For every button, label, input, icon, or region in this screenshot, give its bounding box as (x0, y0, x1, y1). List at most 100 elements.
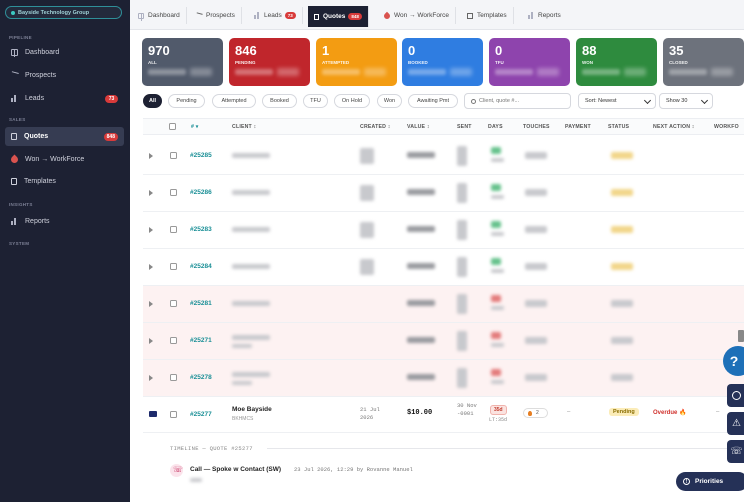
org-switcher[interactable]: Bayside Technology Group (5, 6, 122, 19)
grid-icon (138, 12, 144, 21)
rocket-icon (382, 11, 392, 20)
timeline-header: TIMELINE — QUOTE #25277 (170, 445, 253, 452)
stat-card-all[interactable]: 970 ALL (142, 38, 223, 86)
stat-card-attempted[interactable]: 1 ATTEMPTED (316, 38, 397, 86)
alert-button[interactable]: ⚠ (727, 412, 744, 435)
days-badge: 35d (490, 405, 507, 415)
table-row[interactable]: #25283 (143, 212, 744, 249)
sidebar-item-leads[interactable]: Leads 73 (5, 89, 124, 108)
col-value[interactable]: VALUE ↕ (407, 124, 430, 130)
clock-button[interactable] (727, 384, 744, 407)
col-client[interactable]: CLIENT ↕ (232, 124, 256, 130)
expand-icon[interactable] (149, 338, 153, 344)
col-touches: TOUCHES (523, 124, 550, 130)
sidebar-item-quotes[interactable]: Quotes 848 (5, 127, 124, 146)
filter-won[interactable]: Won (377, 94, 402, 108)
expand-icon[interactable] (149, 153, 153, 159)
stat-card-closed[interactable]: 35 CLOSED (663, 38, 744, 86)
quote-id-link[interactable]: #25285 (190, 152, 212, 159)
quote-id-link[interactable]: #25281 (190, 300, 212, 307)
filter-all[interactable]: All (143, 94, 162, 108)
expand-icon[interactable] (149, 190, 153, 196)
phone-button[interactable]: ☏ (727, 440, 744, 463)
row-checkbox[interactable] (170, 263, 177, 270)
stat-card-pending[interactable]: 846 PENDING (229, 38, 310, 86)
sidebar: Bayside Technology Group PIPELINE Dashbo… (0, 0, 130, 502)
expand-icon[interactable] (149, 264, 153, 270)
org-name: Bayside Technology Group (18, 9, 90, 16)
grid-icon (11, 49, 18, 57)
search-box (464, 93, 571, 109)
stat-card-booked[interactable]: 0 BOOKED (402, 38, 483, 86)
sidebar-item-won-workforce[interactable]: Won → WorkForce (5, 150, 124, 169)
info-icon: ! (683, 478, 690, 485)
row-checkbox[interactable] (170, 152, 177, 159)
status-badge: Pending (609, 408, 639, 416)
scrollbar-handle[interactable] (738, 330, 744, 342)
table-row[interactable]: #25271 (143, 323, 744, 360)
rocket-icon (9, 154, 20, 165)
col-next-action[interactable]: NEXT ACTION ↕ (653, 124, 695, 130)
quote-id-link[interactable]: #25278 (190, 374, 212, 381)
tab-leads[interactable]: Leads 73 (248, 7, 303, 24)
priorities-button[interactable]: ! Priorities (676, 472, 744, 491)
org-dot-icon (11, 10, 15, 15)
filter-awaiting-payment[interactable]: Awaiting Pmt (408, 94, 458, 108)
client-name[interactable]: Moe Bayside (232, 406, 272, 413)
filter-booked[interactable]: Booked (262, 94, 297, 108)
row-checkbox[interactable] (170, 374, 177, 381)
tab-quotes[interactable]: Quotes 848 (308, 6, 369, 27)
page-size-select[interactable]: Show 30 (659, 93, 713, 109)
filter-attempted[interactable]: Attempted (212, 94, 256, 108)
quote-id-link[interactable]: #25271 (190, 337, 212, 344)
document-icon (11, 133, 17, 140)
tab-reports[interactable]: Reports (522, 7, 567, 24)
mail-icon[interactable] (149, 411, 157, 417)
row-checkbox[interactable] (170, 300, 177, 307)
tab-dashboard[interactable]: Dashboard (132, 7, 187, 24)
filter-on-hold[interactable]: On Hold (334, 94, 370, 108)
col-sent: SENT (457, 124, 472, 130)
document-icon (314, 13, 319, 20)
quote-id-link[interactable]: #25284 (190, 263, 212, 270)
row-checkbox[interactable] (170, 411, 177, 418)
sort-select[interactable]: Sort: Newest (578, 93, 656, 109)
table-row[interactable]: #25286 (143, 175, 744, 212)
col-created[interactable]: CREATED ↕ (360, 124, 391, 130)
expand-icon[interactable] (149, 301, 153, 307)
select-all-checkbox[interactable] (169, 123, 176, 130)
table-row[interactable]: #25278 (143, 360, 744, 397)
client-code: BKHMCS (232, 416, 254, 422)
tab-won-workforce[interactable]: Won → WorkForce (378, 7, 457, 24)
tab-prospects[interactable]: Prospects (190, 7, 242, 24)
filter-pending[interactable]: Pending (168, 94, 205, 108)
table-row[interactable]: #25285 (143, 138, 744, 175)
tab-templates[interactable]: Templates (461, 7, 514, 24)
sidebar-item-reports[interactable]: Reports (5, 212, 124, 231)
timeline-entry-meta: 23 Jul 2026, 12:29 by Rovanne Manuel (294, 466, 413, 473)
search-input[interactable] (479, 98, 569, 104)
row-checkbox[interactable] (170, 226, 177, 233)
quote-id-link[interactable]: #25283 (190, 226, 212, 233)
tab-quotes-badge: 848 (348, 13, 362, 20)
stat-card-tfu[interactable]: 0 TFU (489, 38, 570, 86)
expand-icon[interactable] (149, 227, 153, 233)
sidebar-item-dashboard[interactable]: Dashboard (5, 43, 124, 62)
row-checkbox[interactable] (170, 189, 177, 196)
col-number[interactable]: # ▾ (191, 124, 199, 130)
row-checkbox[interactable] (170, 337, 177, 344)
table-row[interactable]: #25284 (143, 249, 744, 286)
sidebar-item-templates[interactable]: Templates (5, 172, 124, 191)
table-row-expanded[interactable]: #25277 Moe Bayside BKHMCS 21 Jul 2026 $1… (143, 397, 744, 433)
sidebar-item-prospects[interactable]: Prospects (5, 66, 124, 85)
expand-icon[interactable] (149, 375, 153, 381)
filter-tfu[interactable]: TFU (303, 94, 328, 108)
table-header: # ▾ CLIENT ↕ CREATED ↕ VALUE ↕ SENT DAYS… (143, 118, 744, 135)
quote-id-link[interactable]: #25286 (190, 189, 212, 196)
touches-pill[interactable]: 2 (523, 408, 548, 418)
next-action-overdue[interactable]: Overdue 🔥 (653, 409, 686, 416)
table-row[interactable]: #25281 (143, 286, 744, 323)
days-lifetime: LT:35d (489, 417, 508, 423)
stat-card-won[interactable]: 88 WON (576, 38, 657, 86)
quote-id-link[interactable]: #25277 (190, 411, 212, 418)
